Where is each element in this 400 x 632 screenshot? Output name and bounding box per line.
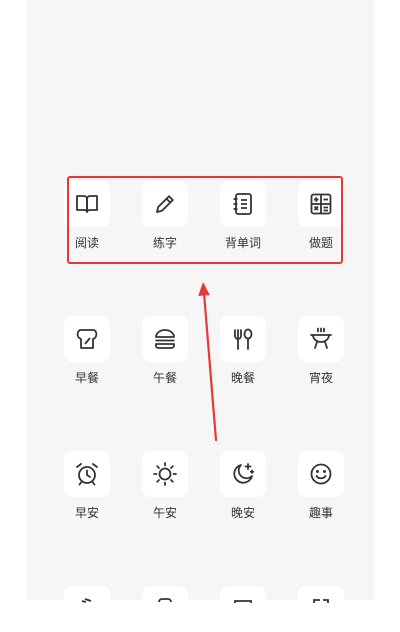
tile [142,316,188,362]
grid-item-partial[interactable] [208,586,278,632]
grid-item-label: 午安 [152,506,177,520]
tile [298,586,344,632]
grid-item-label: 早餐 [74,371,99,385]
grid-item-good-night[interactable]: 晚安 [208,451,278,520]
moon-stars-icon [233,463,255,484]
grid-item-good-afternoon[interactable]: 午安 [130,451,200,520]
tile [64,451,110,497]
sun-icon [153,462,177,486]
partial-icon [313,599,329,603]
grid-item-lunch[interactable]: 午餐 [130,316,200,385]
fork-spoon-icon [234,328,253,350]
grid-item-fun-stories[interactable]: 趣事 [286,451,356,520]
tile [220,316,266,362]
grid-item-label: 早安 [74,506,99,520]
grid-item-label: 午餐 [152,371,177,385]
grid-item-label: 宵夜 [308,371,333,385]
grid-item-partial[interactable] [52,586,122,632]
tile [220,586,266,632]
tile [298,451,344,497]
tile [142,586,188,632]
grid-item-label: 晚餐 [230,371,255,385]
burger-icon [155,329,175,349]
grid-item-good-morning[interactable]: 早安 [52,451,122,520]
tile [64,586,110,632]
grill-icon [310,327,332,349]
grid-item-breakfast[interactable]: 早餐 [52,316,122,385]
grid-item-dinner[interactable]: 晚餐 [208,316,278,385]
partial-icon [158,598,172,603]
tile [142,451,188,497]
alarm-clock-icon [76,463,98,486]
grid-item-label: 趣事 [308,506,333,520]
tile [298,316,344,362]
tile [64,316,110,362]
grid-item-late-snack[interactable]: 宵夜 [286,316,356,385]
tile [220,451,266,497]
grid-item-label: 晚安 [230,506,255,520]
partial-icon [81,598,92,603]
grid-item-partial[interactable] [286,586,356,632]
smiley-icon [310,463,332,485]
highlight-box [67,176,343,264]
partial-icon [234,600,252,603]
grid-item-partial[interactable] [130,586,200,632]
toast-icon [76,329,98,349]
